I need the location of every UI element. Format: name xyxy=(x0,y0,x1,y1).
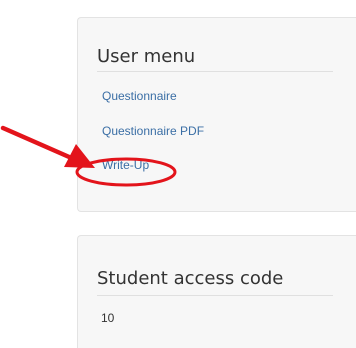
student-access-code-title: Student access code xyxy=(97,268,284,289)
user-menu-divider xyxy=(97,71,333,72)
user-menu-panel: User menu Questionnaire Questionnaire PD… xyxy=(77,17,356,212)
user-menu-title: User menu xyxy=(97,46,196,67)
student-access-code-divider xyxy=(97,295,333,296)
questionnaire-link[interactable]: Questionnaire xyxy=(102,89,177,103)
student-access-code-panel: Student access code 10 xyxy=(77,235,356,348)
write-up-link[interactable]: Write-Up xyxy=(102,158,149,172)
questionnaire-pdf-link[interactable]: Questionnaire PDF xyxy=(102,124,204,138)
page: User menu Questionnaire Questionnaire PD… xyxy=(0,0,356,348)
student-access-code-value: 10 xyxy=(101,311,115,325)
